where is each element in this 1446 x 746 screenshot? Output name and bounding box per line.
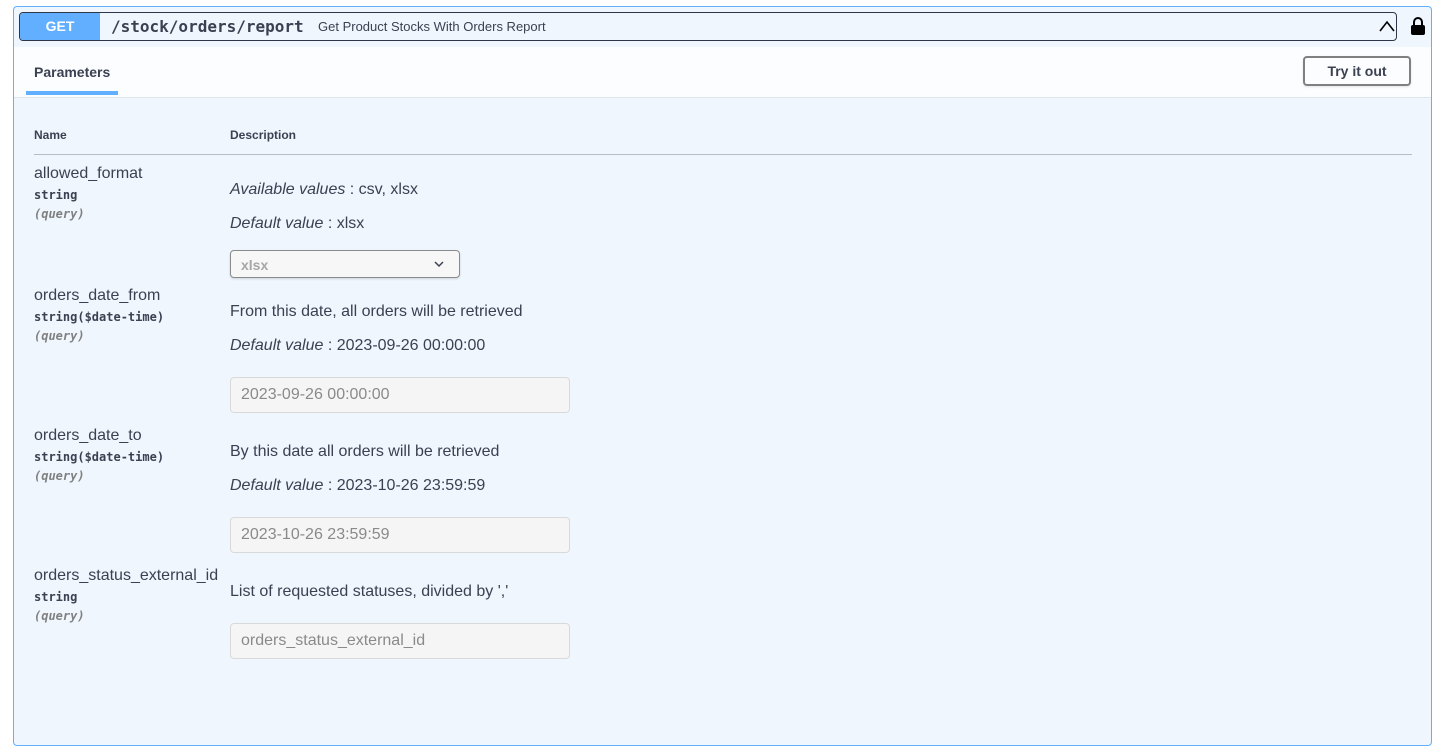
available-values: Available values : csv, xlsx bbox=[230, 181, 418, 199]
operation-block: GET /stock/orders/report Get Product Sto… bbox=[13, 6, 1432, 746]
param-description: List of requested statuses, divided by '… bbox=[230, 583, 509, 600]
param-type: string($date-time) bbox=[34, 450, 165, 464]
param-name: orders_date_to bbox=[34, 427, 142, 444]
select-value: xlsx bbox=[241, 257, 269, 273]
param-description: By this date all orders will be retrieve… bbox=[230, 443, 500, 460]
param-type: string bbox=[34, 590, 78, 604]
default-value-label: Default value bbox=[230, 337, 324, 354]
default-value: Default value : 2023-10-26 23:59:59 bbox=[230, 477, 485, 495]
tab-parameters-label: Parameters bbox=[34, 64, 111, 80]
method-badge: GET bbox=[20, 13, 100, 40]
tab-parameters[interactable]: Parameters bbox=[26, 47, 118, 95]
column-header-description: Description bbox=[230, 128, 297, 142]
param-name: orders_date_from bbox=[34, 287, 161, 304]
default-value-text: : 2023-10-26 23:59:59 bbox=[323, 477, 486, 494]
default-value-text: : 2023-09-26 00:00:00 bbox=[323, 337, 486, 354]
default-value-label: Default value bbox=[230, 215, 324, 232]
default-value: Default value : 2023-09-26 00:00:00 bbox=[230, 337, 485, 355]
orders-date-to-input[interactable] bbox=[230, 517, 570, 553]
available-values-label: Available values bbox=[230, 181, 346, 198]
chevron-up-icon[interactable] bbox=[1379, 19, 1395, 33]
available-values-text: : csv, xlsx bbox=[345, 181, 418, 198]
operation-path: /stock/orders/report bbox=[111, 17, 304, 36]
default-value-text: : xlsx bbox=[323, 215, 365, 232]
operation-summary[interactable]: GET /stock/orders/report Get Product Sto… bbox=[19, 12, 1397, 41]
param-type: string($date-time) bbox=[34, 310, 165, 324]
header-divider bbox=[34, 154, 1412, 155]
param-name: allowed_format bbox=[34, 165, 143, 182]
operation-summary-text: Get Product Stocks With Orders Report bbox=[318, 19, 546, 34]
param-location: (query) bbox=[34, 609, 85, 623]
allowed-format-select[interactable]: xlsx bbox=[230, 250, 460, 278]
param-location: (query) bbox=[34, 207, 85, 221]
orders-date-from-input[interactable] bbox=[230, 377, 570, 413]
param-location: (query) bbox=[34, 469, 85, 483]
default-value: Default value : xlsx bbox=[230, 215, 364, 233]
orders-status-external-id-input[interactable] bbox=[230, 623, 570, 659]
column-header-name: Name bbox=[34, 128, 67, 142]
param-type: string bbox=[34, 188, 78, 202]
try-it-out-button[interactable]: Try it out bbox=[1303, 56, 1411, 86]
section-header: Parameters Try it out bbox=[14, 47, 1431, 98]
param-name: orders_status_external_id bbox=[34, 567, 219, 584]
lock-icon[interactable] bbox=[1410, 16, 1426, 36]
param-description: From this date, all orders will be retri… bbox=[230, 303, 523, 320]
default-value-label: Default value bbox=[230, 477, 324, 494]
param-location: (query) bbox=[34, 329, 85, 343]
chevron-down-icon bbox=[434, 261, 444, 268]
